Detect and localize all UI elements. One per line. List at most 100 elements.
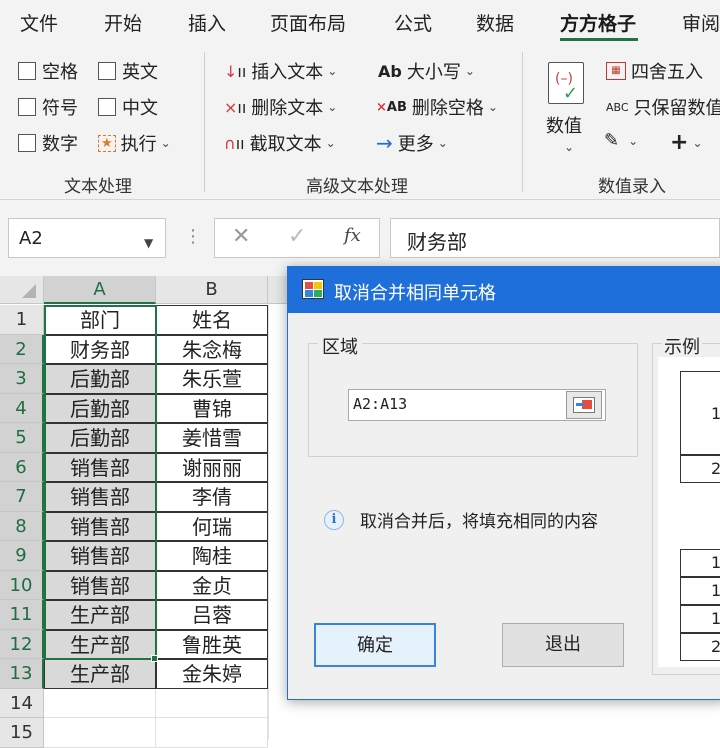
- exit-button[interactable]: 退出: [502, 623, 624, 667]
- case-button[interactable]: Ab 大小写 ⌄: [378, 58, 475, 84]
- execute-button[interactable]: ★ 执行 ⌄: [98, 130, 171, 156]
- row-header[interactable]: 13: [0, 659, 44, 689]
- tab-fangfang[interactable]: 方方格子: [560, 9, 636, 36]
- row-header[interactable]: 3: [0, 364, 44, 394]
- chevron-down-icon[interactable]: ▼: [144, 236, 153, 250]
- cell-a3[interactable]: 后勤部: [44, 364, 156, 394]
- row-header[interactable]: 1: [0, 305, 44, 335]
- ok-button[interactable]: 确定: [314, 623, 436, 667]
- range-select-button[interactable]: [566, 391, 602, 419]
- cell-b6[interactable]: 谢丽丽: [156, 452, 268, 482]
- select-all-corner[interactable]: [0, 276, 44, 304]
- checkbox-symbol[interactable]: 符号: [18, 94, 78, 120]
- chevron-down-icon: ⌄: [464, 64, 475, 78]
- row-header[interactable]: 15: [0, 718, 44, 748]
- info-icon: i: [324, 509, 344, 530]
- tab-formulas[interactable]: 公式: [394, 9, 432, 36]
- cell-a7[interactable]: 销售部: [44, 482, 156, 512]
- value-button[interactable]: (–) ✓ 数值 ⌄: [540, 56, 596, 166]
- row-header[interactable]: 9: [0, 541, 44, 571]
- cell-b4[interactable]: 曹锦: [156, 393, 268, 423]
- edit-button[interactable]: ✎ ⌄: [604, 130, 638, 151]
- cell-a2[interactable]: 财务部: [44, 334, 156, 364]
- cell-b12[interactable]: 鲁胜英: [156, 629, 268, 659]
- chevron-down-icon: ⌄: [325, 136, 336, 150]
- cell-b1[interactable]: 姓名: [156, 305, 268, 335]
- column-header-b[interactable]: B: [156, 276, 268, 304]
- insert-function-icon[interactable]: fx: [344, 225, 361, 246]
- row-header[interactable]: 2: [0, 334, 44, 364]
- row-header[interactable]: 8: [0, 511, 44, 541]
- row-header[interactable]: 5: [0, 423, 44, 453]
- cell-b14[interactable]: [156, 688, 268, 718]
- checkbox-space[interactable]: 空格: [18, 58, 78, 84]
- cell-b11[interactable]: 吕蓉: [156, 600, 268, 630]
- delete-space-button[interactable]: ×AB 删除空格 ⌄: [376, 94, 498, 120]
- cell-a15[interactable]: [44, 718, 156, 748]
- execute-icon: ★: [98, 134, 116, 152]
- cancel-icon[interactable]: ✕: [232, 224, 250, 249]
- more-button[interactable]: → 更多 ⌄: [376, 130, 448, 156]
- row-header[interactable]: 6: [0, 452, 44, 482]
- delete-space-icon: ×AB: [376, 99, 407, 115]
- cell-a10[interactable]: 销售部: [44, 570, 156, 600]
- checkbox-number[interactable]: 数字: [18, 130, 78, 156]
- checkbox-icon: [18, 62, 36, 80]
- chevron-down-icon: ⌄: [692, 135, 703, 150]
- cell-a14[interactable]: [44, 688, 156, 718]
- row-header[interactable]: 12: [0, 629, 44, 659]
- formula-input[interactable]: 财务部: [390, 218, 720, 258]
- tab-page-layout[interactable]: 页面布局: [270, 9, 346, 36]
- menu-bar: 文件 开始 插入 页面布局 公式 数据 方方格子 审阅: [0, 0, 720, 44]
- cell-b2[interactable]: 朱念梅: [156, 334, 268, 364]
- cell-a12[interactable]: 生产部: [44, 629, 156, 659]
- cell-b15[interactable]: [156, 718, 268, 748]
- cell-b8[interactable]: 何瑞: [156, 511, 268, 541]
- insert-text-label: 插入文本: [251, 62, 324, 83]
- round-button[interactable]: ▦ 四舍五入: [606, 58, 703, 84]
- cell-a8[interactable]: 销售部: [44, 511, 156, 541]
- column-header-a[interactable]: A: [44, 276, 156, 304]
- delete-text-icon: ×ıı: [224, 97, 247, 117]
- checkbox-english[interactable]: 英文: [98, 58, 158, 84]
- cell-a13[interactable]: 生产部: [44, 659, 156, 689]
- keep-value-button[interactable]: ABC 只保留数值: [606, 94, 720, 120]
- cell-b10[interactable]: 金贞: [156, 570, 268, 600]
- cell-a6[interactable]: 销售部: [44, 452, 156, 482]
- tab-data[interactable]: 数据: [476, 9, 514, 36]
- region-label: 区域: [318, 333, 362, 359]
- fill-handle[interactable]: [151, 655, 158, 662]
- row-header[interactable]: 10: [0, 570, 44, 600]
- plus-button[interactable]: + ⌄: [670, 130, 703, 155]
- cell-b3[interactable]: 朱乐萱: [156, 364, 268, 394]
- example-cell: 1: [680, 605, 720, 633]
- confirm-icon[interactable]: ✓: [288, 224, 306, 249]
- row-header[interactable]: 4: [0, 393, 44, 423]
- cell-a9[interactable]: 销售部: [44, 541, 156, 571]
- row-header[interactable]: 14: [0, 688, 44, 718]
- cell-b7[interactable]: 李倩: [156, 482, 268, 512]
- tab-home[interactable]: 开始: [104, 9, 142, 36]
- cell-a11[interactable]: 生产部: [44, 600, 156, 630]
- checkbox-icon: [18, 98, 36, 116]
- checkbox-chinese[interactable]: 中文: [98, 94, 158, 120]
- cell-a4[interactable]: 后勤部: [44, 393, 156, 423]
- tab-file[interactable]: 文件: [20, 9, 58, 36]
- cell-a5[interactable]: 后勤部: [44, 423, 156, 453]
- tab-review[interactable]: 审阅: [682, 9, 720, 36]
- cell-b13[interactable]: 金朱婷: [156, 659, 268, 689]
- cell-a1[interactable]: 部门: [44, 305, 156, 335]
- app-icon: [302, 279, 324, 299]
- example-cell: 1: [680, 577, 720, 605]
- cell-b5[interactable]: 姜惜雪: [156, 423, 268, 453]
- name-box[interactable]: A2: [8, 218, 166, 258]
- extract-text-button[interactable]: ∩ıı 截取文本 ⌄: [224, 130, 336, 156]
- tab-insert[interactable]: 插入: [188, 9, 226, 36]
- delete-text-button[interactable]: ×ıı 删除文本 ⌄: [224, 94, 337, 120]
- row-header[interactable]: 11: [0, 600, 44, 630]
- chevron-down-icon: ⌄: [628, 133, 639, 148]
- cell-b9[interactable]: 陶桂: [156, 541, 268, 571]
- row-header[interactable]: 7: [0, 482, 44, 512]
- insert-text-button[interactable]: ↓ıı 插入文本 ⌄: [224, 58, 337, 84]
- chevron-down-icon: ⌄: [327, 64, 338, 78]
